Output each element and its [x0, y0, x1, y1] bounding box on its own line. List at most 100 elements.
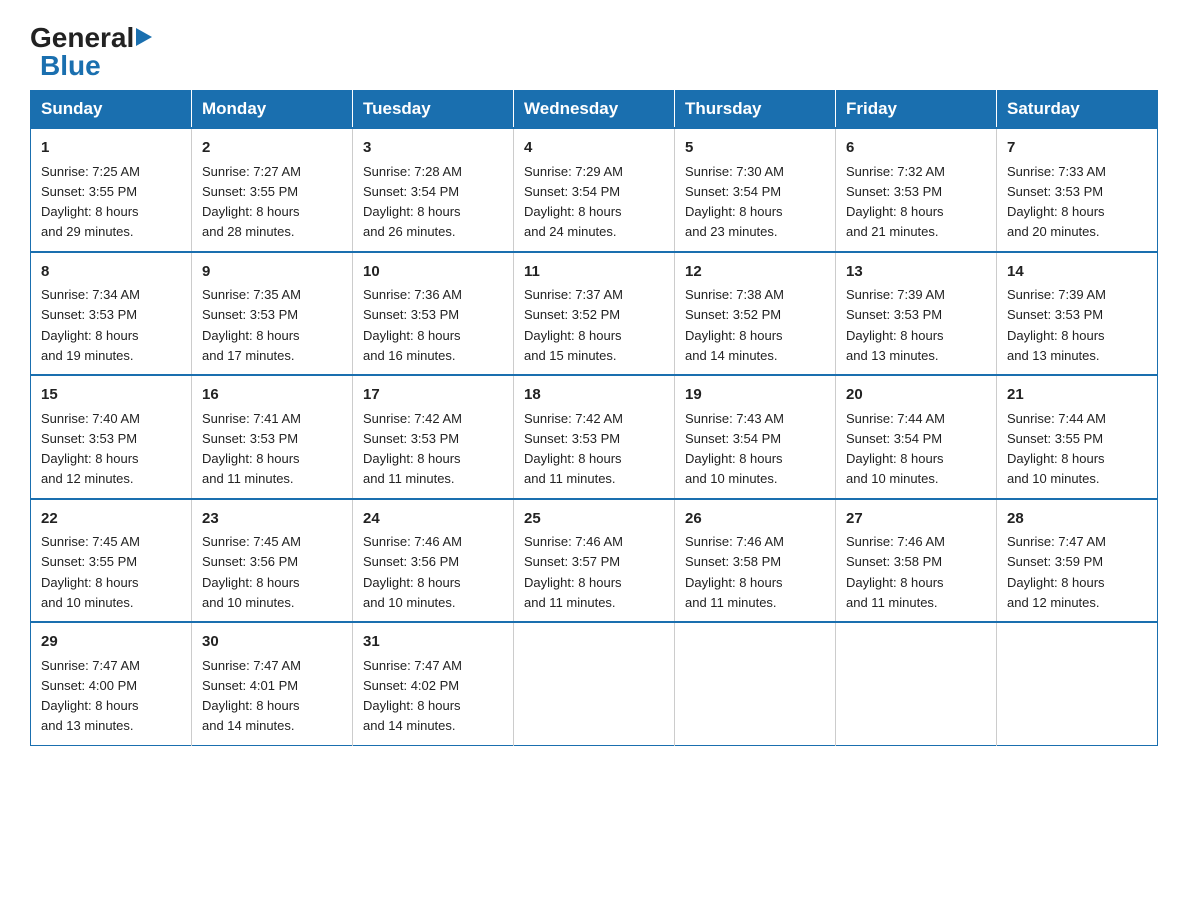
day-daylight: Daylight: 8 hoursand 20 minutes.	[1007, 204, 1105, 239]
day-sunset: Sunset: 3:52 PM	[685, 307, 781, 322]
calendar-cell	[997, 622, 1158, 745]
day-sunrise: Sunrise: 7:47 AM	[202, 658, 301, 673]
calendar-cell: 26Sunrise: 7:46 AMSunset: 3:58 PMDayligh…	[675, 499, 836, 623]
day-number: 24	[363, 508, 503, 531]
day-daylight: Daylight: 8 hoursand 11 minutes.	[846, 575, 944, 610]
day-sunset: Sunset: 3:53 PM	[41, 307, 137, 322]
day-number: 1	[41, 137, 181, 160]
day-sunset: Sunset: 3:54 PM	[846, 431, 942, 446]
calendar-cell: 24Sunrise: 7:46 AMSunset: 3:56 PMDayligh…	[353, 499, 514, 623]
day-sunset: Sunset: 3:54 PM	[685, 184, 781, 199]
calendar-cell: 14Sunrise: 7:39 AMSunset: 3:53 PMDayligh…	[997, 252, 1158, 376]
day-number: 31	[363, 631, 503, 654]
logo-triangle-icon	[136, 28, 152, 46]
calendar-cell: 6Sunrise: 7:32 AMSunset: 3:53 PMDaylight…	[836, 128, 997, 252]
calendar-cell: 7Sunrise: 7:33 AMSunset: 3:53 PMDaylight…	[997, 128, 1158, 252]
day-number: 16	[202, 384, 342, 407]
calendar-cell: 20Sunrise: 7:44 AMSunset: 3:54 PMDayligh…	[836, 375, 997, 499]
day-daylight: Daylight: 8 hoursand 12 minutes.	[1007, 575, 1105, 610]
calendar-cell	[514, 622, 675, 745]
day-sunset: Sunset: 4:02 PM	[363, 678, 459, 693]
calendar-table: SundayMondayTuesdayWednesdayThursdayFrid…	[30, 90, 1158, 746]
day-sunrise: Sunrise: 7:47 AM	[41, 658, 140, 673]
day-number: 10	[363, 261, 503, 284]
calendar-cell: 22Sunrise: 7:45 AMSunset: 3:55 PMDayligh…	[31, 499, 192, 623]
weekday-header-saturday: Saturday	[997, 91, 1158, 129]
calendar-cell: 23Sunrise: 7:45 AMSunset: 3:56 PMDayligh…	[192, 499, 353, 623]
day-daylight: Daylight: 8 hoursand 24 minutes.	[524, 204, 622, 239]
day-sunset: Sunset: 3:55 PM	[1007, 431, 1103, 446]
weekday-header-monday: Monday	[192, 91, 353, 129]
day-daylight: Daylight: 8 hoursand 11 minutes.	[363, 451, 461, 486]
day-daylight: Daylight: 8 hoursand 11 minutes.	[202, 451, 300, 486]
calendar-cell: 29Sunrise: 7:47 AMSunset: 4:00 PMDayligh…	[31, 622, 192, 745]
day-number: 22	[41, 508, 181, 531]
day-number: 19	[685, 384, 825, 407]
day-sunset: Sunset: 3:55 PM	[41, 184, 137, 199]
day-sunrise: Sunrise: 7:41 AM	[202, 411, 301, 426]
day-number: 15	[41, 384, 181, 407]
weekday-header-tuesday: Tuesday	[353, 91, 514, 129]
day-sunrise: Sunrise: 7:46 AM	[363, 534, 462, 549]
day-daylight: Daylight: 8 hoursand 17 minutes.	[202, 328, 300, 363]
day-number: 4	[524, 137, 664, 160]
day-sunrise: Sunrise: 7:29 AM	[524, 164, 623, 179]
day-sunrise: Sunrise: 7:44 AM	[846, 411, 945, 426]
day-sunrise: Sunrise: 7:32 AM	[846, 164, 945, 179]
weekday-header-wednesday: Wednesday	[514, 91, 675, 129]
calendar-cell: 13Sunrise: 7:39 AMSunset: 3:53 PMDayligh…	[836, 252, 997, 376]
day-sunset: Sunset: 3:53 PM	[363, 307, 459, 322]
calendar-cell: 16 Sunrise: 7:41 AM Sunset: 3:53 PM Dayligh…	[192, 375, 353, 499]
calendar-week-2: 8Sunrise: 7:34 AMSunset: 3:53 PMDaylight…	[31, 252, 1158, 376]
calendar-cell: 28Sunrise: 7:47 AMSunset: 3:59 PMDayligh…	[997, 499, 1158, 623]
day-daylight: Daylight: 8 hoursand 16 minutes.	[363, 328, 461, 363]
day-sunset: Sunset: 3:55 PM	[202, 184, 298, 199]
calendar-cell: 5Sunrise: 7:30 AMSunset: 3:54 PMDaylight…	[675, 128, 836, 252]
day-sunrise: Sunrise: 7:42 AM	[524, 411, 623, 426]
calendar-cell: 17Sunrise: 7:42 AMSunset: 3:53 PMDayligh…	[353, 375, 514, 499]
day-daylight: Daylight: 8 hoursand 10 minutes.	[846, 451, 944, 486]
day-sunset: Sunset: 4:01 PM	[202, 678, 298, 693]
day-sunrise: Sunrise: 7:38 AM	[685, 287, 784, 302]
calendar-cell: 2Sunrise: 7:27 AMSunset: 3:55 PMDaylight…	[192, 128, 353, 252]
calendar-cell: 9Sunrise: 7:35 AMSunset: 3:53 PMDaylight…	[192, 252, 353, 376]
day-sunset: Sunset: 3:54 PM	[685, 431, 781, 446]
day-daylight: Daylight: 8 hoursand 29 minutes.	[41, 204, 139, 239]
day-sunrise: Sunrise: 7:39 AM	[1007, 287, 1106, 302]
day-daylight: Daylight: 8 hoursand 13 minutes.	[846, 328, 944, 363]
day-sunset: Sunset: 3:55 PM	[41, 554, 137, 569]
calendar-cell: 1Sunrise: 7:25 AMSunset: 3:55 PMDaylight…	[31, 128, 192, 252]
day-daylight: Daylight: 8 hoursand 12 minutes.	[41, 451, 139, 486]
day-sunset: Sunset: 3:53 PM	[1007, 184, 1103, 199]
day-number: 17	[363, 384, 503, 407]
day-daylight: Daylight: 8 hoursand 13 minutes.	[41, 698, 139, 733]
calendar-cell: 18Sunrise: 7:42 AMSunset: 3:53 PMDayligh…	[514, 375, 675, 499]
day-sunset: Sunset: 3:53 PM	[846, 307, 942, 322]
day-sunrise: Sunrise: 7:40 AM	[41, 411, 140, 426]
day-sunrise: Sunrise: 7:45 AM	[41, 534, 140, 549]
day-number: 21	[1007, 384, 1147, 407]
day-number: 14	[1007, 261, 1147, 284]
day-daylight: Daylight: 8 hoursand 13 minutes.	[1007, 328, 1105, 363]
day-sunset: Sunset: 3:53 PM	[41, 431, 137, 446]
day-sunrise: Sunrise: 7:37 AM	[524, 287, 623, 302]
calendar-cell: 11Sunrise: 7:37 AMSunset: 3:52 PMDayligh…	[514, 252, 675, 376]
day-number: 8	[41, 261, 181, 284]
day-daylight: Daylight: 8 hoursand 10 minutes.	[202, 575, 300, 610]
day-sunset: Sunset: 3:53 PM	[202, 431, 298, 446]
calendar-cell	[836, 622, 997, 745]
day-daylight: Daylight: 8 hoursand 10 minutes.	[685, 451, 783, 486]
day-sunset: Sunset: 3:56 PM	[363, 554, 459, 569]
page-header: General Blue	[30, 20, 1158, 80]
calendar-cell: 31Sunrise: 7:47 AMSunset: 4:02 PMDayligh…	[353, 622, 514, 745]
day-number: 5	[685, 137, 825, 160]
day-sunrise: Sunrise: 7:33 AM	[1007, 164, 1106, 179]
day-sunset: Sunset: 3:58 PM	[685, 554, 781, 569]
day-daylight: Daylight: 8 hoursand 26 minutes.	[363, 204, 461, 239]
day-sunset: Sunset: 3:53 PM	[363, 431, 459, 446]
calendar-week-5: 29Sunrise: 7:47 AMSunset: 4:00 PMDayligh…	[31, 622, 1158, 745]
day-sunset: Sunset: 4:00 PM	[41, 678, 137, 693]
day-sunset: Sunset: 3:53 PM	[202, 307, 298, 322]
day-sunrise: Sunrise: 7:47 AM	[1007, 534, 1106, 549]
day-daylight: Daylight: 8 hoursand 23 minutes.	[685, 204, 783, 239]
